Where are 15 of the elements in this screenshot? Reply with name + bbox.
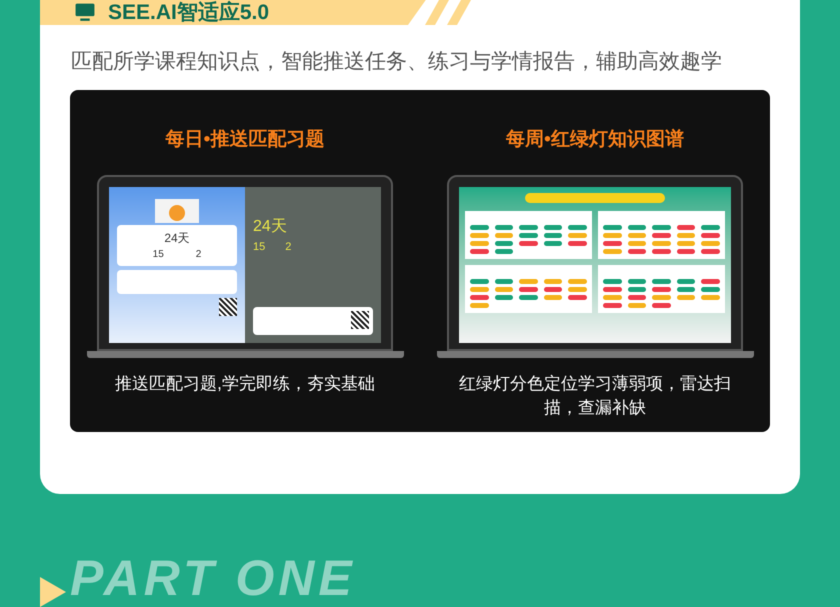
days-count: 24天 — [164, 230, 190, 246]
monitor-icon — [74, 2, 96, 22]
stat-value: 15 — [152, 248, 164, 262]
stat-value: 15 — [253, 240, 266, 254]
banner-title: SEE.AI智适应5.0 — [108, 0, 270, 25]
stat-value: 2 — [285, 240, 292, 254]
days-count: 24天 — [253, 216, 288, 236]
section-watermark: PART ONE — [70, 553, 356, 603]
stat-value: 2 — [196, 248, 202, 262]
feature-title: 每日•推送匹配习题 — [166, 128, 324, 152]
feature-title: 每周•红绿灯知识图谱 — [506, 128, 684, 152]
feature-caption: 红绿灯分色定位学习薄弱项，雷达扫描，查漏补缺 — [458, 372, 732, 418]
play-icon — [40, 577, 66, 607]
intro-text: 匹配所学课程知识点，智能推送任务、练习与学情报告，辅助高效趣学 — [71, 49, 722, 75]
feature-caption: 推送匹配习题,学完即练，夯实基础 — [114, 372, 376, 394]
